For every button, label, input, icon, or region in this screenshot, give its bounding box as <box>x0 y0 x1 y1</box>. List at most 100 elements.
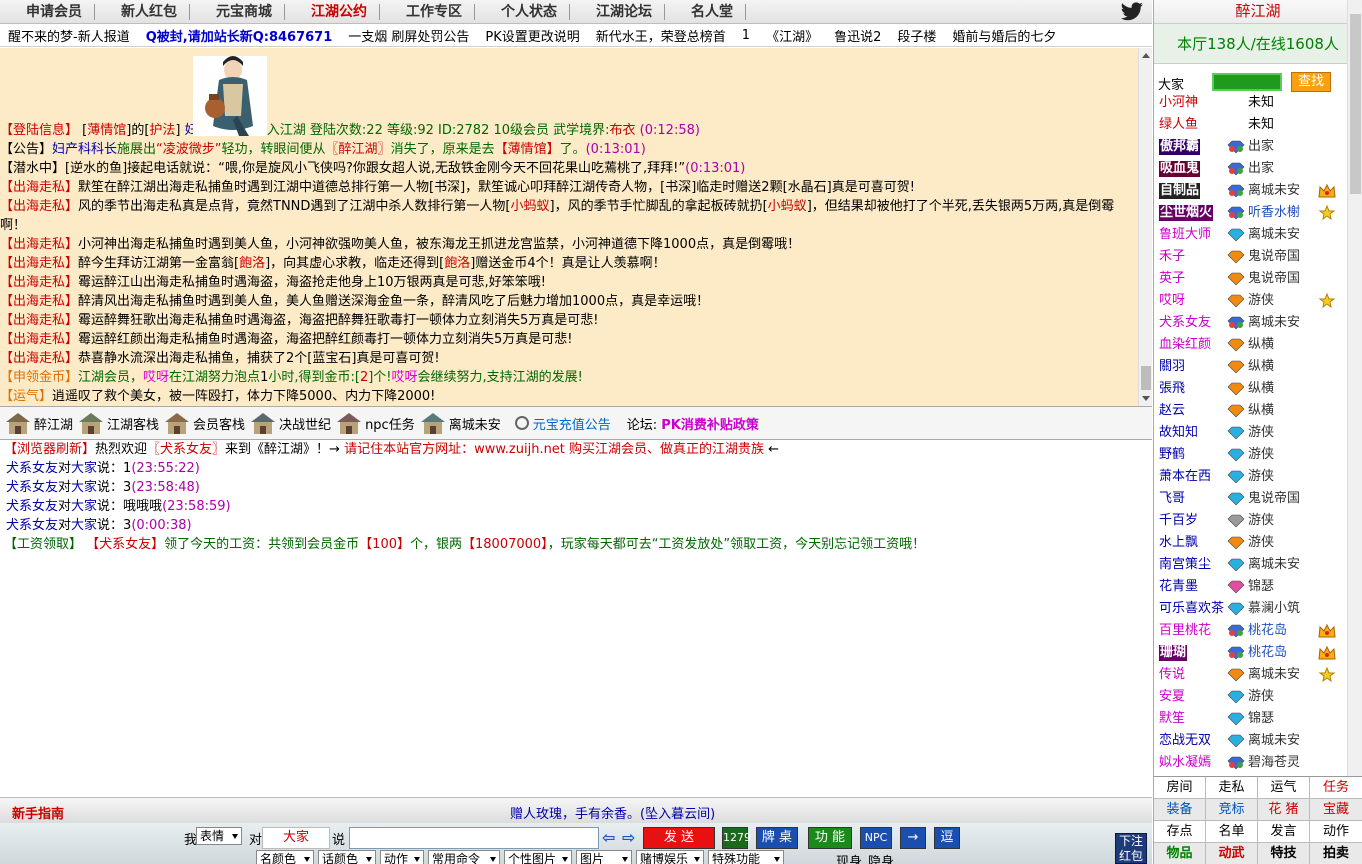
user-name[interactable]: 姒水凝嫣 <box>1159 752 1225 774</box>
user-name[interactable]: 野鹤 <box>1159 444 1225 466</box>
tab-3-0[interactable]: 物品 <box>1154 843 1206 864</box>
room-link-5[interactable]: 离城未安 <box>419 410 501 436</box>
tab-0-2[interactable]: 运气 <box>1258 777 1310 799</box>
send-button[interactable]: 发 送 <box>643 827 715 849</box>
user-row[interactable]: 故知知 游侠 <box>1158 422 1348 444</box>
user-name[interactable]: 千百岁 <box>1159 510 1225 532</box>
user-name[interactable]: 赵云 <box>1159 400 1225 422</box>
search-input[interactable] <box>1212 73 1282 91</box>
scroll-thumb[interactable] <box>1350 14 1361 194</box>
user-row[interactable]: 犬系女友 离城未安 <box>1158 312 1348 334</box>
user-name[interactable]: 張飛 <box>1159 378 1225 400</box>
appear-option[interactable]: 现身 <box>836 851 862 864</box>
nav-item-2[interactable]: 元宝商城 <box>190 3 285 20</box>
user-row[interactable]: 禾子 鬼说帝国 <box>1158 246 1348 268</box>
user-name[interactable]: 哎呀 <box>1159 290 1225 312</box>
marquee-item[interactable]: 鲁迅说2 <box>834 26 881 45</box>
nav-item-0[interactable]: 申请会员 <box>0 3 95 20</box>
scroll-up-arrow-icon[interactable] <box>1142 53 1150 58</box>
user-row[interactable]: 南宫策尘 离城未安 <box>1158 554 1348 576</box>
user-name[interactable]: 花青墨 <box>1159 576 1225 598</box>
tab-1-1[interactable]: 竞标 <box>1206 799 1258 821</box>
twitter-bird-icon[interactable] <box>1120 1 1144 23</box>
user-row[interactable]: 傲邦霸 出家 <box>1158 136 1348 158</box>
user-row[interactable]: 可乐喜欢茶 慕澜小筑 <box>1158 598 1348 620</box>
user-name[interactable]: 禾子 <box>1159 246 1225 268</box>
user-name[interactable]: 安夏 <box>1159 686 1225 708</box>
newbie-guide-link[interactable]: 新手指南 <box>12 803 64 822</box>
select-3[interactable]: 常用命令 <box>428 850 500 864</box>
user-row[interactable]: 英子 鬼说帝国 <box>1158 268 1348 290</box>
room-link-0[interactable]: 醉江湖 <box>4 410 73 436</box>
nav-item-7[interactable]: 名人堂 <box>665 3 746 20</box>
user-name[interactable]: 水上飘 <box>1159 532 1225 554</box>
user-row[interactable]: 萧本在西 游侠 <box>1158 466 1348 488</box>
user-name[interactable]: 犬系女友 <box>1159 312 1225 334</box>
user-name[interactable]: 传说 <box>1159 664 1225 686</box>
user-name[interactable]: 尘世烟火 <box>1159 205 1214 221</box>
user-row[interactable]: 小河神 未知 <box>1158 92 1348 114</box>
marquee-item[interactable]: 《江湖》 <box>766 26 818 45</box>
user-row[interactable]: 吸血鬼 出家 <box>1158 158 1348 180</box>
user-name[interactable]: 小河神 <box>1159 92 1225 114</box>
nav-item-1[interactable]: 新人红包 <box>95 3 190 20</box>
user-name[interactable]: 英子 <box>1159 268 1225 290</box>
tab-1-0[interactable]: 装备 <box>1154 799 1206 821</box>
user-name[interactable]: 飞哥 <box>1159 488 1225 510</box>
nav-item-6[interactable]: 江湖论坛 <box>570 3 665 20</box>
room-link-2[interactable]: 会员客栈 <box>163 410 245 436</box>
user-name[interactable]: 關羽 <box>1159 356 1225 378</box>
nav-item-5[interactable]: 个人状态 <box>475 3 570 20</box>
select-1[interactable]: 话颜色 <box>318 850 376 864</box>
room-link-3[interactable]: 决战世纪 <box>249 410 331 436</box>
marquee-item[interactable]: PK设置更改说明 <box>485 26 579 45</box>
scroll-down-arrow-icon[interactable] <box>1142 396 1150 401</box>
tab-2-2[interactable]: 发言 <box>1258 821 1310 843</box>
card-table-button[interactable]: 牌 桌 <box>756 827 798 849</box>
user-name[interactable]: 默笙 <box>1159 708 1225 730</box>
user-row[interactable]: 安夏 游侠 <box>1158 686 1348 708</box>
user-row[interactable]: 珊瑚 桃花岛 <box>1158 642 1348 664</box>
marquee-item[interactable]: 婚前与婚后的七夕 <box>952 26 1056 45</box>
tab-0-0[interactable]: 房间 <box>1154 777 1206 799</box>
bet-redpacket-button[interactable]: 下注 红包 <box>1115 833 1147 864</box>
arrow-right-icon[interactable]: ⇨ <box>622 828 638 847</box>
select-2[interactable]: 动作 <box>380 850 424 864</box>
user-name[interactable]: 珊瑚 <box>1159 645 1188 661</box>
marquee-item[interactable]: 一支烟 刷屏处罚公告 <box>348 26 469 45</box>
user-name[interactable]: 南宫策尘 <box>1159 554 1225 576</box>
public-chat-scrollbar[interactable] <box>1138 48 1152 406</box>
user-row[interactable]: 百里桃花 桃花岛 <box>1158 620 1348 642</box>
user-row[interactable]: 自制品 离城未安 <box>1158 180 1348 202</box>
find-button[interactable]: 查找 <box>1291 72 1331 92</box>
user-name[interactable]: 恋战无双 <box>1159 730 1225 752</box>
user-name[interactable]: 吸血鬼 <box>1159 161 1201 177</box>
tab-3-3[interactable]: 拍卖 <box>1310 843 1362 864</box>
marquee-item[interactable]: 段子楼 <box>897 26 936 45</box>
user-name[interactable]: 绿人鱼 <box>1159 114 1225 136</box>
user-name[interactable]: 故知知 <box>1159 422 1225 444</box>
select-4[interactable]: 个性图片 <box>504 850 572 864</box>
select-6[interactable]: 赌博娱乐 <box>636 850 704 864</box>
user-row[interactable]: 尘世烟火 听香水榭 <box>1158 202 1348 224</box>
arrow-left-icon[interactable]: ⇦ <box>602 828 618 847</box>
user-row[interactable]: 血染红颜 纵横 <box>1158 334 1348 356</box>
user-row[interactable]: 默笙 锦瑟 <box>1158 708 1348 730</box>
room-link-1[interactable]: 江湖客栈 <box>77 410 159 436</box>
tab-3-2[interactable]: 特技 <box>1258 843 1310 864</box>
arrow-button[interactable]: → <box>900 827 926 849</box>
user-name[interactable]: 傲邦霸 <box>1159 139 1201 155</box>
room-link-4[interactable]: npc任务 <box>335 410 415 436</box>
function-button[interactable]: 功 能 <box>808 827 852 849</box>
select-7[interactable]: 特殊功能 <box>708 850 784 864</box>
user-row[interactable]: 飞哥 鬼说帝国 <box>1158 488 1348 510</box>
tab-2-1[interactable]: 名单 <box>1206 821 1258 843</box>
nav-item-3[interactable]: 江湖公约 <box>285 3 380 20</box>
expression-select[interactable]: 表情 <box>196 827 242 845</box>
user-list-scrollbar[interactable] <box>1347 0 1362 776</box>
hide-option[interactable]: 隐身 <box>868 851 894 864</box>
user-row[interactable]: 水上飘 游侠 <box>1158 532 1348 554</box>
tab-3-1[interactable]: 动武 <box>1206 843 1258 864</box>
user-row[interactable]: 绿人鱼 未知 <box>1158 114 1348 136</box>
tab-0-3[interactable]: 任务 <box>1310 777 1362 799</box>
